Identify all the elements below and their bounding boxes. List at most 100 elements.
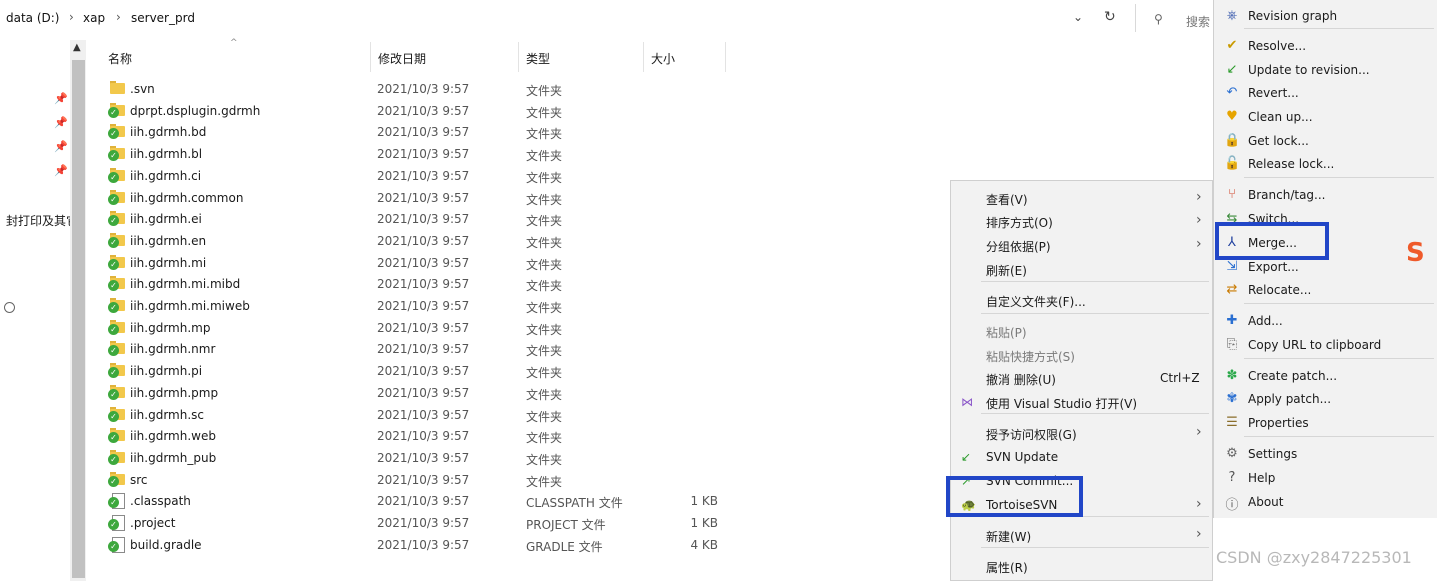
svn-update-icon: ↙ [961,450,972,464]
svn-menu-label: Get lock... [1248,134,1309,148]
file-row[interactable]: ✓ dprpt.dsplugin.gdrmh 2021/10/3 9:57 文件夹 [0,101,950,123]
svn-menu-item[interactable]: ⓘ About [1214,491,1436,513]
file-row[interactable]: ✓ iih.gdrmh.common 2021/10/3 9:57 文件夹 [0,188,950,210]
file-row[interactable]: ✓ iih.gdrmh.pmp 2021/10/3 9:57 文件夹 [0,383,950,405]
svn-menu-item[interactable]: ? Help [1214,467,1436,489]
file-type: 文件夹 [526,301,563,315]
context-menu-item[interactable]: 查看(V) › [951,187,1212,209]
file-row[interactable]: ✓ iih.gdrmh.sc 2021/10/3 9:57 文件夹 [0,405,950,427]
svn-menu-item[interactable]: ↶ Revert... [1214,82,1436,104]
file-row[interactable]: ✓ iih.gdrmh.en 2021/10/3 9:57 文件夹 [0,231,950,253]
svn-menu-item[interactable]: ⎘ Copy URL to clipboard [1214,334,1436,356]
svn-menu-item[interactable]: ⎈ Revision graph [1214,5,1436,27]
scroll-up-icon[interactable]: ▲ [73,42,81,53]
column-divider[interactable] [643,42,644,72]
context-menu-label: 属性(R) [986,561,1028,575]
file-row[interactable]: ✓ iih.gdrmh.bl 2021/10/3 9:57 文件夹 [0,144,950,166]
breadcrumb-server-prd[interactable]: server_prd [131,11,195,25]
svn-menu-item[interactable]: ↙ Update to revision... [1214,59,1436,81]
file-row[interactable]: ✓ src 2021/10/3 9:57 文件夹 [0,470,950,492]
context-menu-item[interactable]: 自定义文件夹(F)... [951,289,1212,311]
svn-folder-icon: ✓ [108,102,125,118]
refresh-icon[interactable]: ↻ [1104,9,1116,25]
file-name: iih.gdrmh.pmp [130,385,219,400]
svn-menu-item[interactable]: ⇄ Relocate... [1214,279,1436,301]
svn-folder-icon: ✓ [108,167,125,183]
file-row[interactable]: ✓ iih.gdrmh.bd 2021/10/3 9:57 文件夹 [0,122,950,144]
file-row[interactable]: ✓ build.gradle 2021/10/3 9:57 GRADLE 文件 4 KB [0,535,950,557]
svn-menu-item[interactable]: ✽ Create patch... [1214,365,1436,387]
context-menu-item[interactable]: 排序方式(O) › [951,210,1212,232]
create-patch-icon: ✽ [1226,368,1238,383]
column-divider[interactable] [370,42,371,72]
context-menu-item[interactable]: 分组依据(P) › [951,234,1212,256]
properties-icon: ☰ [1226,415,1238,430]
chevron-right-icon: › [1196,236,1202,252]
file-type: 文件夹 [526,149,563,164]
file-row[interactable]: ✓ iih.gdrmh.mi.miweb 2021/10/3 9:57 文件夹 [0,296,950,318]
context-menu-item[interactable]: 授予访问权限(G) › [951,422,1212,444]
file-row[interactable]: ✓ .project 2021/10/3 9:57 PROJECT 文件 1 KB [0,513,950,535]
chevron-down-icon[interactable]: ⌄ [1073,10,1083,24]
file-row[interactable]: ✓ iih.gdrmh.ei 2021/10/3 9:57 文件夹 [0,209,950,231]
file-row[interactable]: ✓ iih.gdrmh.nmr 2021/10/3 9:57 文件夹 [0,339,950,361]
file-row[interactable]: .svn 2021/10/3 9:57 文件夹 [0,79,950,101]
menu-separator [981,281,1209,282]
chevron-right-icon: › [1196,189,1202,205]
svn-folder-icon: ✓ [108,363,125,379]
file-date: 2021/10/3 9:57 [377,125,470,140]
svn-menu-item[interactable]: ✔ Resolve... [1214,35,1436,57]
svn-menu-item[interactable]: 🔒 Get lock... [1214,130,1436,152]
context-menu-item[interactable]: ⋈ 使用 Visual Studio 打开(V) [951,391,1212,413]
file-row[interactable]: ✓ iih.gdrmh.mi 2021/10/3 9:57 文件夹 [0,253,950,275]
search-placeholder: 搜索 [1186,15,1211,29]
file-row[interactable]: ✓ iih.gdrmh.mi.mibd 2021/10/3 9:57 文件夹 [0,274,950,296]
sogou-ime-icon[interactable]: S [1406,238,1430,268]
column-header-size[interactable]: 大小 [651,50,675,67]
context-menu-item[interactable]: 属性(R) [951,555,1212,577]
file-date: 2021/10/3 9:57 [377,342,470,357]
cleanup-icon: ♥ [1226,109,1238,124]
svn-menu-item[interactable]: ✾ Apply patch... [1214,388,1436,410]
context-menu-item[interactable]: 撤消 删除(U) Ctrl+Z [951,367,1212,389]
file-row[interactable]: ✓ .classpath 2021/10/3 9:57 CLASSPATH 文件 1 K… [0,491,950,513]
watermark: CSDN @zxy2847225301 [1216,548,1412,567]
file-name: .project [130,516,176,530]
column-header-type[interactable]: 类型 [526,50,550,67]
context-menu-item[interactable]: ↙ SVN Update [951,446,1212,468]
file-name: iih.gdrmh.sc [130,407,205,422]
file-row[interactable]: ✓ iih.gdrmh.web 2021/10/3 9:57 文件夹 [0,426,950,448]
svn-menu-item[interactable]: ⑂ Branch/tag... [1214,184,1436,206]
file-row[interactable]: ✓ iih.gdrmh.mp 2021/10/3 9:57 文件夹 [0,318,950,340]
column-divider[interactable] [518,42,519,72]
file-type: PROJECT 文件 [526,518,606,532]
breadcrumb-xap[interactable]: xap [83,11,105,25]
svn-menu-item[interactable]: ✚ Add... [1214,310,1436,332]
svn-menu-label: Help [1248,471,1276,485]
file-type: 文件夹 [526,192,563,207]
update-to-revision-icon: ↙ [1226,62,1238,77]
svn-menu-item[interactable]: ⚙ Settings [1214,443,1436,465]
column-divider[interactable] [725,42,726,72]
file-date: 2021/10/3 9:57 [377,212,470,227]
svn-menu-item[interactable]: 🔓 Release lock... [1214,153,1436,175]
address-bar[interactable]: data (D:) › xap › server_prd ⌄ ↻ ⚲ 搜索 [0,0,1213,38]
context-menu-item[interactable]: 新建(W) › [951,524,1212,546]
revert-icon: ↶ [1226,85,1238,100]
column-header-date[interactable]: 修改日期 [378,50,426,67]
file-type: 文件夹 [526,474,563,489]
file-row[interactable]: ✓ iih.gdrmh.ci 2021/10/3 9:57 文件夹 [0,166,950,188]
svn-menu-label: Settings [1248,447,1298,461]
breadcrumb-drive[interactable]: data (D:) [6,11,60,25]
file-row[interactable]: ✓ iih.gdrmh.pi 2021/10/3 9:57 文件夹 [0,361,950,383]
file-date: 2021/10/3 9:57 [377,103,470,118]
svn-menu-item[interactable]: ☰ Properties [1214,412,1436,434]
svn-menu-item[interactable]: ♥ Clean up... [1214,106,1436,128]
file-type: 文件夹 [526,127,563,142]
context-menu-item[interactable]: 刷新(E) [951,258,1212,280]
file-name: iih.gdrmh.mp [130,320,211,335]
search-box[interactable]: ⚲ 搜索 [1135,4,1216,32]
column-header-name[interactable]: 名称 [108,50,132,67]
file-row[interactable]: ✓ iih.gdrmh_pub 2021/10/3 9:57 文件夹 [0,448,950,470]
file-name: iih.gdrmh.mi.miweb [130,299,250,313]
